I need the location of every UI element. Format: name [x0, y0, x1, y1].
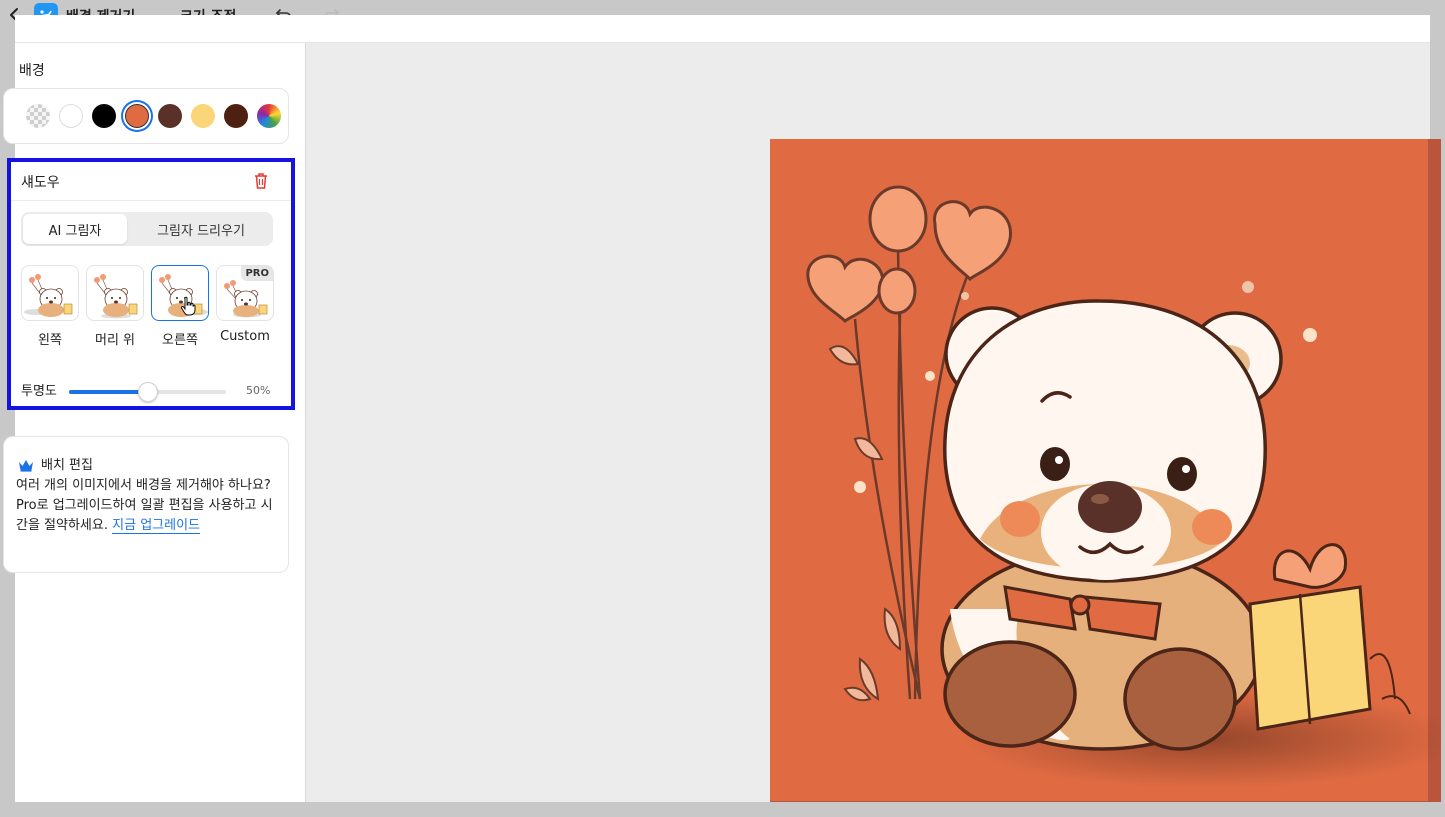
- opacity-slider-handle[interactable]: [137, 382, 158, 402]
- swatch-white[interactable]: [59, 104, 83, 128]
- swatch-light-yellow[interactable]: [191, 104, 215, 128]
- shadow-option-label: 왼쪽: [38, 333, 62, 348]
- image-preview[interactable]: [770, 139, 1441, 809]
- shadow-option-left[interactable]: 왼쪽: [21, 265, 79, 348]
- tab-ai-shadow[interactable]: AI 그림자: [23, 214, 127, 244]
- swatch-transparent[interactable]: [26, 104, 50, 128]
- shadow-option-overhead[interactable]: 머리 위: [86, 265, 144, 348]
- hand-cursor-icon: [180, 296, 196, 316]
- opacity-slider[interactable]: [69, 382, 226, 402]
- bottom-gutter: [0, 802, 1445, 817]
- upgrade-now-link[interactable]: 지금 업그레이드: [112, 518, 200, 534]
- swatch-orange[interactable]: [125, 104, 149, 128]
- swatch-deep-brown[interactable]: [224, 104, 248, 128]
- shadow-title: 섀도우: [21, 175, 60, 191]
- shadow-option-right[interactable]: 오른쪽: [151, 265, 209, 348]
- background-section-label: 배경: [19, 63, 45, 79]
- tab-drop-shadow[interactable]: 그림자 드리우기: [131, 214, 271, 244]
- swatch-dark-brown[interactable]: [158, 104, 182, 128]
- shadow-thumb-overhead: [86, 265, 144, 321]
- batch-edit-title: 배치 편집: [41, 458, 93, 473]
- opacity-label: 투명도: [21, 384, 57, 399]
- shadow-thumb-right: [151, 265, 209, 321]
- crown-icon: [18, 457, 34, 472]
- background-color-picker: [3, 88, 289, 144]
- shadow-panel: 섀도우 AI 그림자 그림자 드리우기 왼쪽 머리 위 오른쪽 PRO Cust…: [7, 158, 295, 410]
- shadow-option-custom[interactable]: PRO Custom: [216, 265, 274, 344]
- swatch-black[interactable]: [92, 104, 116, 128]
- shadow-type-toggle: AI 그림자 그림자 드리우기: [21, 212, 273, 246]
- shadow-option-label: 오른쪽: [162, 333, 198, 348]
- batch-edit-description: 여러 개의 이미지에서 배경을 제거해야 하나요? Pro로 업그레이드하여 일…: [16, 476, 278, 536]
- sidebar: 배경 섀도우 AI 그림자 그림자 드리우기 왼쪽 머리 위 오른쪽 PRO C…: [3, 43, 305, 802]
- shadow-thumb-custom: PRO: [216, 265, 274, 321]
- shadow-option-label: 머리 위: [94, 333, 135, 348]
- left-gutter: [0, 30, 15, 817]
- opacity-slider-fill: [69, 390, 148, 394]
- opacity-value: 50%: [246, 384, 271, 397]
- shadow-option-label: Custom: [220, 329, 270, 344]
- swatch-custom-color[interactable]: [257, 104, 281, 128]
- header-bar: [15, 15, 1430, 43]
- shadow-thumb-left: [21, 265, 79, 321]
- shadow-divider: [11, 200, 291, 201]
- trash-icon[interactable]: [253, 172, 269, 190]
- batch-edit-card: 배치 편집 여러 개의 이미지에서 배경을 제거해야 하나요? Pro로 업그레…: [3, 436, 289, 573]
- pro-badge: PRO: [241, 266, 273, 281]
- bear-illustration: [770, 139, 1441, 809]
